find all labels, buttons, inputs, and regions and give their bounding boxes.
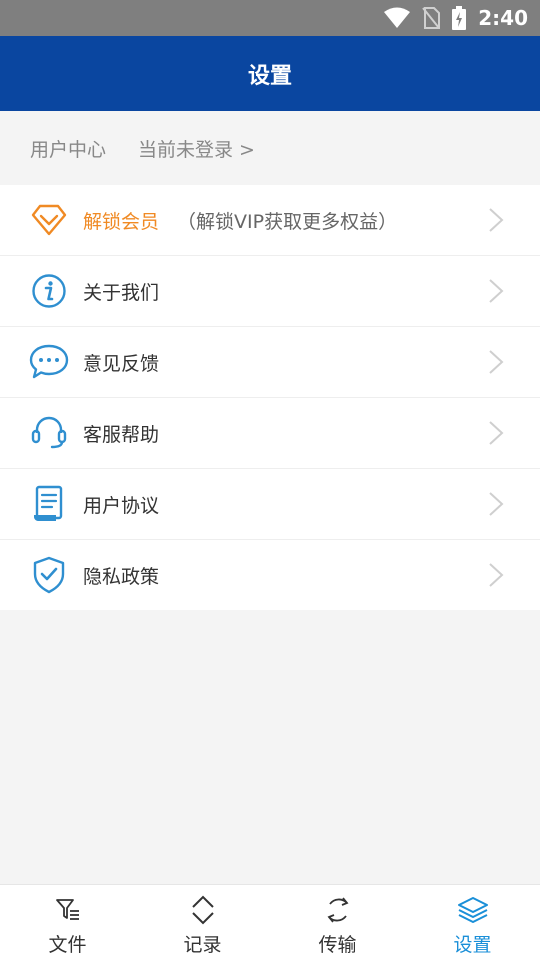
tab-settings[interactable]: 设置 [405, 885, 540, 962]
chevron-right-icon [489, 563, 504, 587]
chevron-right-icon [489, 421, 504, 445]
vip-benefit-note: （解锁VIP获取更多权益） [177, 210, 398, 233]
headset-icon [29, 413, 69, 453]
sync-icon [323, 894, 353, 926]
info-icon [29, 271, 69, 311]
shield-check-icon [29, 555, 69, 595]
chevron-updown-icon [189, 894, 217, 926]
wifi-icon [384, 7, 411, 28]
chevron-right-icon [489, 350, 504, 374]
menu-item-label: 解锁会员 [83, 210, 160, 233]
menu-item-label: 意见反馈 [83, 352, 160, 375]
tab-label: 文件 [48, 934, 87, 956]
chevron-right-icon [489, 492, 504, 516]
user-center-row: 用户中心 当前未登录 > [0, 111, 540, 185]
status-time: 2:40 [478, 6, 528, 30]
menu-item-customer-service[interactable]: 客服帮助 [0, 398, 540, 469]
menu-item-privacy-policy[interactable]: 隐私政策 [0, 540, 540, 610]
chevron-right-icon [489, 279, 504, 303]
menu-item-feedback[interactable]: 意见反馈 [0, 327, 540, 398]
tab-label: 记录 [183, 934, 222, 956]
menu-item-label: 关于我们 [83, 281, 160, 304]
chevron-right-icon [489, 208, 504, 232]
tab-records[interactable]: 记录 [135, 885, 270, 962]
bottom-nav: 文件 记录 传输 设置 [0, 884, 540, 962]
login-status-link[interactable]: 当前未登录 > [138, 135, 255, 162]
no-sim-icon [422, 7, 441, 29]
menu-item-unlock-vip[interactable]: 解锁会员 （解锁VIP获取更多权益） [0, 185, 540, 256]
tab-label: 设置 [453, 934, 492, 956]
menu-item-label: 用户协议 [83, 494, 160, 517]
settings-menu: 解锁会员 （解锁VIP获取更多权益） 关于我们 意见反馈 客服帮助 用户协议 隐… [0, 185, 540, 610]
user-center-label: 用户中心 [30, 138, 107, 161]
menu-item-label: 客服帮助 [83, 423, 160, 446]
filter-list-icon [54, 894, 82, 926]
tab-transfer[interactable]: 传输 [270, 885, 405, 962]
status-icons: 2:40 [384, 0, 528, 36]
layers-icon [456, 894, 490, 926]
status-bar: 2:40 [0, 0, 540, 36]
tab-label: 传输 [318, 934, 357, 956]
chat-bubble-icon [29, 342, 69, 382]
battery-charging-icon [452, 6, 467, 30]
page-title: 设置 [247, 63, 292, 89]
menu-item-about-us[interactable]: 关于我们 [0, 256, 540, 327]
vip-diamond-icon [29, 200, 69, 240]
menu-item-label: 隐私政策 [83, 565, 160, 588]
document-icon [29, 484, 69, 524]
app-header: 设置 [0, 36, 540, 111]
menu-item-user-agreement[interactable]: 用户协议 [0, 469, 540, 540]
tab-files[interactable]: 文件 [0, 885, 135, 962]
